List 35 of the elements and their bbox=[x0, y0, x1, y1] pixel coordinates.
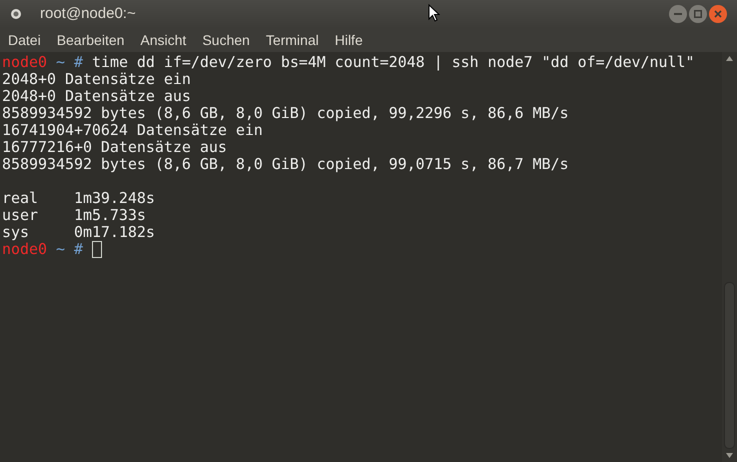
command-text: time dd if=/dev/zero bs=4M count=2048 | ssh node7 "dd of=/dev/null" bbox=[92, 54, 695, 71]
menu-item[interactable]: Datei bbox=[8, 30, 41, 50]
menu-item[interactable]: Ansicht bbox=[140, 30, 186, 50]
minimize-button[interactable] bbox=[669, 5, 687, 23]
close-button[interactable] bbox=[709, 5, 727, 23]
output-line: 16777216+0 Datensätze aus bbox=[2, 138, 227, 156]
output-line: 16741904+70624 Datensätze ein bbox=[2, 121, 263, 139]
menu-item[interactable]: Hilfe bbox=[334, 30, 363, 50]
menu-item[interactable]: Bearbeiten bbox=[56, 30, 124, 50]
output-line: 2048+0 Datensätze ein bbox=[2, 70, 191, 88]
mouse-pointer-icon bbox=[428, 4, 440, 22]
menu-item[interactable]: Suchen bbox=[202, 30, 250, 50]
scrollbar[interactable] bbox=[722, 52, 737, 462]
scroll-up-icon bbox=[726, 56, 733, 61]
prompt-symbol: # bbox=[74, 54, 83, 71]
menu-item[interactable]: Terminal bbox=[266, 30, 319, 50]
prompt-host: node0 bbox=[2, 54, 47, 71]
close-icon bbox=[714, 10, 722, 18]
output-line: 2048+0 Datensätze aus bbox=[2, 87, 191, 105]
prompt-path: ~ bbox=[56, 241, 65, 258]
prompt-host: node0 bbox=[2, 241, 47, 258]
terminal-area[interactable] bbox=[0, 52, 722, 462]
prompt-symbol: # bbox=[74, 241, 83, 258]
terminal-icon bbox=[10, 8, 22, 20]
window-title: root@node0:~ bbox=[40, 4, 136, 24]
maximize-icon bbox=[694, 10, 702, 18]
output-line: user 1m5.733s bbox=[2, 206, 146, 224]
maximize-button[interactable] bbox=[689, 5, 707, 23]
scroll-down-icon bbox=[726, 453, 733, 458]
output-line: sys 0m17.182s bbox=[2, 223, 155, 241]
output-line: real 1m39.248s bbox=[2, 189, 155, 207]
minimize-icon bbox=[674, 10, 682, 18]
prompt-path: ~ bbox=[56, 54, 65, 71]
output-line: 8589934592 bytes (8,6 GB, 8,0 GiB) copied, 99,2296 s, 86,6 MB/s bbox=[2, 104, 569, 122]
output-line: 8589934592 bytes (8,6 GB, 8,0 GiB) copied, 99,0715 s, 86,7 MB/s bbox=[2, 155, 569, 173]
